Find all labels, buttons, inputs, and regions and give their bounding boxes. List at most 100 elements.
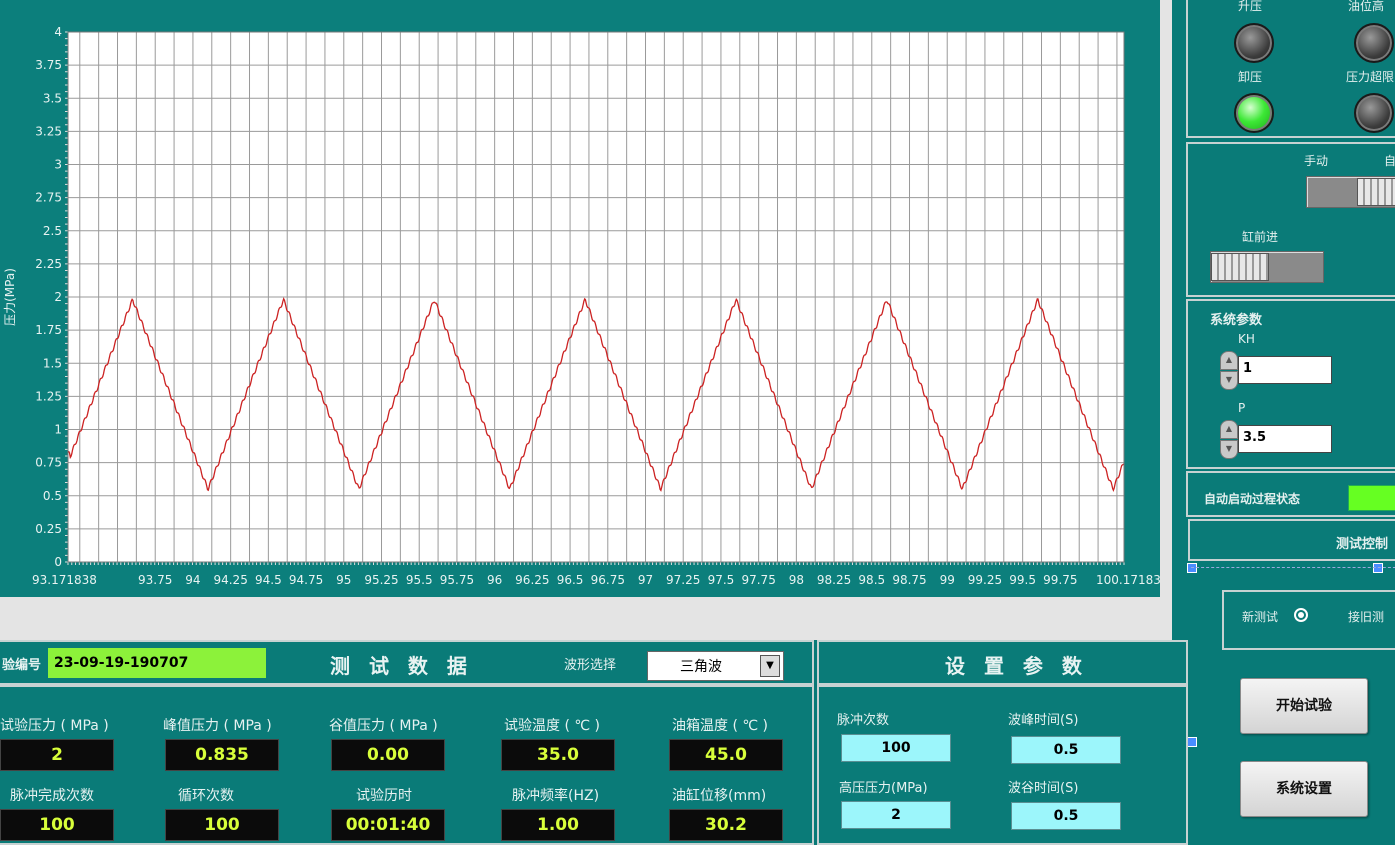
y-tick-label: 0.5 [43, 489, 62, 503]
x-tick-label: 99 [940, 573, 955, 587]
y-tick-label: 0 [54, 555, 62, 569]
spin-up-icon[interactable]: ▲ [1220, 351, 1238, 370]
start-test-button[interactable]: 开始试验 [1240, 678, 1368, 734]
overpressure-led-icon [1354, 93, 1394, 133]
field-label: 试验历时 [356, 788, 412, 804]
overpressure-label: 压力超限 [1346, 70, 1395, 84]
valley-time-input[interactable]: 0.5 [1011, 802, 1121, 830]
cylinder-forward-label: 缸前进 [1242, 230, 1279, 244]
y-tick-label: 1.75 [35, 323, 62, 337]
continue-test-label: 接旧测 [1348, 610, 1385, 624]
peak-time-label: 波峰时间(S) [1008, 713, 1079, 728]
resize-handle-icon[interactable] [1187, 737, 1197, 747]
field-value: 100 [165, 809, 279, 841]
test-data-title: 测 试 数 据 [330, 654, 473, 678]
field-value: 00:01:40 [331, 809, 445, 841]
test-control-tab[interactable]: 测试控制 [1188, 519, 1395, 561]
y-tick-label: 2.25 [35, 257, 62, 271]
pulse-count-label: 脉冲次数 [837, 713, 890, 728]
field-value: 1.00 [501, 809, 615, 841]
x-tick-label: 93.171838 [32, 573, 97, 587]
y-tick-label: 1.5 [43, 356, 62, 370]
test-data-header: 验编号 23-09-19-190707 测 试 数 据 波形选择 三角波 ▼ [0, 640, 814, 685]
test-id-label: 验编号 [2, 658, 42, 673]
field-label: 峰值压力 ( MPa ) [163, 718, 272, 734]
field-label: 试验温度 ( ℃ ) [504, 718, 600, 734]
spin-up-icon[interactable]: ▲ [1220, 420, 1238, 439]
spin-down-icon[interactable]: ▼ [1220, 371, 1238, 390]
y-tick-label: 0.75 [35, 456, 62, 470]
cylinder-forward-toggle[interactable] [1210, 251, 1324, 283]
x-tick-label: 98.75 [892, 573, 926, 587]
field-value: 100 [0, 809, 114, 841]
field-value: 45.0 [669, 739, 783, 771]
oil-level-label: 油位高 [1348, 0, 1385, 13]
y-tick-label: 1 [54, 423, 62, 437]
y-tick-label: 1.25 [35, 389, 62, 403]
y-tick-label: 0.25 [35, 522, 62, 536]
field-value: 0.00 [331, 739, 445, 771]
indicator-panel: 升压 油位高 卸压 压力超限 [1186, 0, 1395, 138]
oil-level-led-icon [1354, 23, 1394, 63]
field-value: 30.2 [669, 809, 783, 841]
valley-time-label: 波谷时间(S) [1008, 781, 1079, 796]
selection-border [1191, 567, 1395, 569]
y-tick-label: 3.5 [43, 91, 62, 105]
x-tick-label: 100.171838 [1096, 573, 1160, 587]
y-tick-label: 2.75 [35, 191, 62, 205]
pressure-chart-panel: 0 0.25 0.5 0.75 1 1.25 1.5 1.75 2 2.25 2.5 2.75 3 3.2… [0, 0, 1160, 597]
field-label: 脉冲频率(HZ) [512, 788, 600, 804]
x-tick-label: 95.25 [364, 573, 398, 587]
y-tick-label: 2 [54, 290, 62, 304]
x-tick-label: 96.75 [591, 573, 625, 587]
x-tick-label: 99.5 [1009, 573, 1036, 587]
x-tick-label: 96 [487, 573, 502, 587]
x-tick-label: 95 [336, 573, 351, 587]
kh-label: KH [1238, 332, 1255, 346]
new-test-radio-icon[interactable] [1294, 608, 1308, 622]
y-tick-label: 3.25 [35, 124, 62, 138]
x-tick-label: 99.25 [968, 573, 1002, 587]
settings-title: 设 置 参 数 [945, 654, 1088, 678]
field-value: 35.0 [501, 739, 615, 771]
high-pressure-input[interactable]: 2 [841, 801, 951, 829]
depressurize-led-icon [1234, 93, 1274, 133]
new-test-label: 新测试 [1242, 610, 1279, 624]
waveform-value: 三角波 [680, 659, 722, 675]
manual-auto-toggle[interactable] [1306, 176, 1395, 208]
x-tick-label: 98.5 [858, 573, 885, 587]
settings-header: 设 置 参 数 [817, 640, 1188, 685]
x-tick-label: 95.75 [440, 573, 474, 587]
waveform-label: 波形选择 [564, 658, 617, 673]
x-tick-label: 97 [638, 573, 653, 587]
x-tick-label: 97.5 [708, 573, 735, 587]
mode-panel: 手动 自 缸前进 [1186, 142, 1395, 297]
settings-panel: 脉冲次数 100 波峰时间(S) 0.5 高压压力(MPa) 2 波谷时间(S)… [817, 685, 1188, 845]
chevron-down-icon[interactable]: ▼ [760, 655, 780, 677]
manual-label: 手动 [1304, 154, 1329, 168]
x-tick-label: 99.75 [1043, 573, 1077, 587]
toggle-knob [1357, 178, 1395, 206]
x-tick-label: 94 [185, 573, 200, 587]
p-input[interactable]: 3.5 [1238, 425, 1332, 453]
p-label: P [1238, 401, 1246, 415]
field-label: 谷值压力 ( MPa ) [329, 718, 438, 734]
test-control-tab-label: 测试控制 [1336, 537, 1389, 552]
kh-input[interactable]: 1 [1238, 356, 1332, 384]
peak-time-input[interactable]: 0.5 [1011, 736, 1121, 764]
system-params-title: 系统参数 [1210, 313, 1263, 328]
y-tick-label: 3.75 [35, 58, 62, 72]
y-tick-label: 4 [54, 25, 62, 39]
field-label: 油箱温度 ( ℃ ) [672, 718, 768, 734]
field-label: 油缸位移(mm) [672, 788, 767, 804]
p-spinner[interactable]: ▲ ▼ [1220, 420, 1238, 459]
test-id-input[interactable]: 23-09-19-190707 [48, 648, 266, 678]
x-tick-label: 93.75 [138, 573, 172, 587]
system-settings-button[interactable]: 系统设置 [1240, 761, 1368, 817]
kh-spinner[interactable]: ▲ ▼ [1220, 351, 1238, 390]
waveform-select[interactable]: 三角波 ▼ [647, 651, 784, 681]
pulse-count-input[interactable]: 100 [841, 734, 951, 762]
auto-start-status-led-icon [1348, 485, 1395, 511]
spin-down-icon[interactable]: ▼ [1220, 440, 1238, 459]
x-tick-label: 98.25 [817, 573, 851, 587]
